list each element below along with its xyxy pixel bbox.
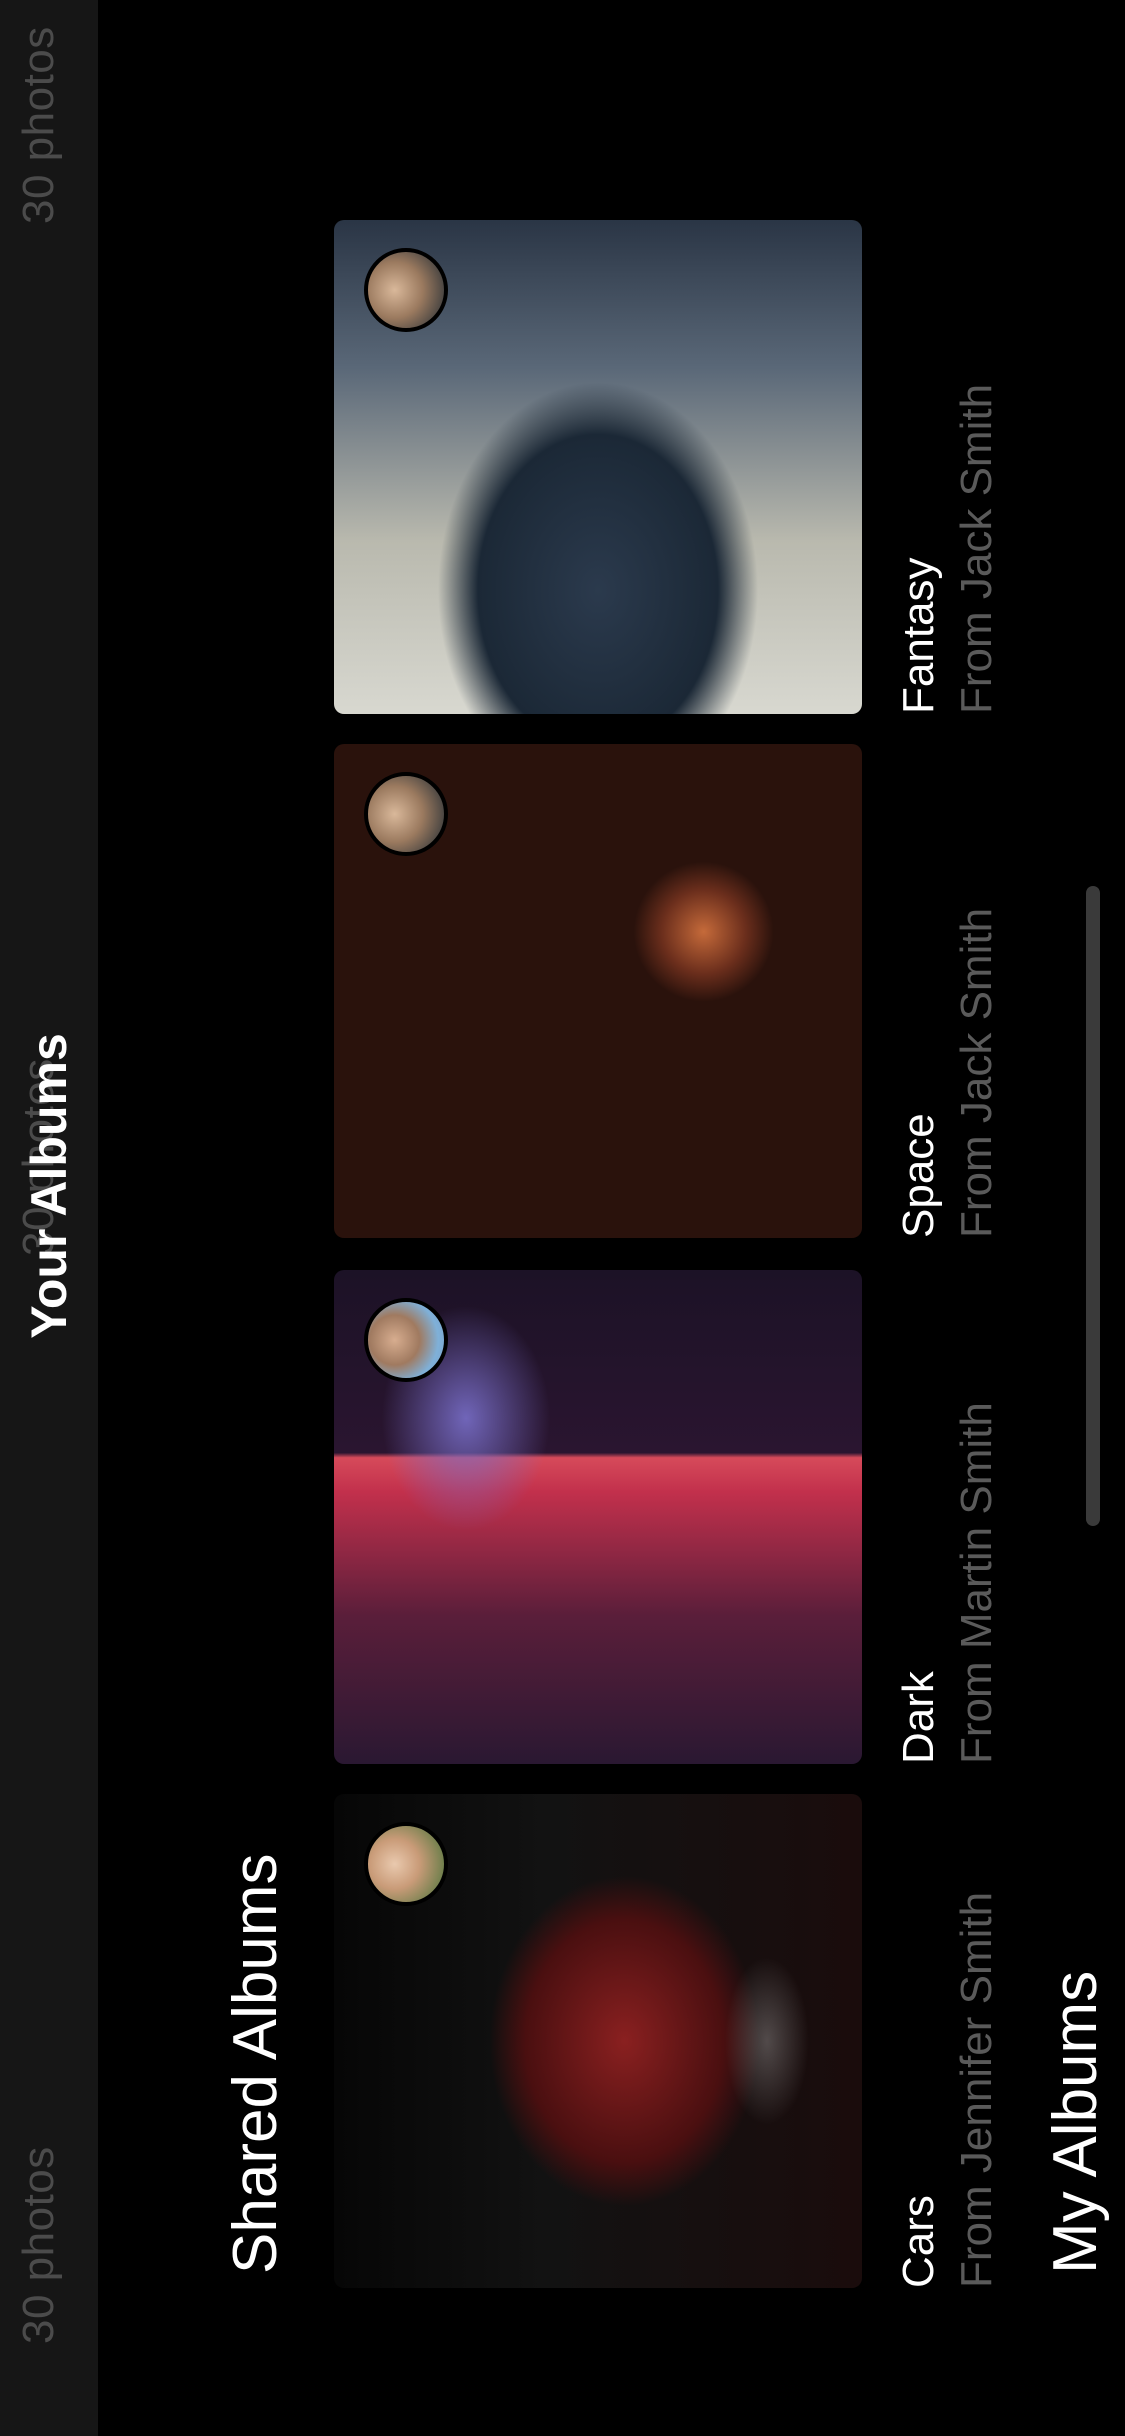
album-tile-dark[interactable]: Dark From Martin Smith	[334, 1270, 1001, 1764]
album-cover[interactable]	[334, 744, 862, 1238]
album-cover[interactable]	[334, 220, 862, 714]
album-owner: From Jack Smith	[952, 907, 1001, 1238]
album-cover[interactable]	[334, 1794, 862, 2288]
album-name: Dark	[894, 1671, 943, 1764]
album-name: Cars	[894, 2195, 943, 2288]
section-title-my: My Albums	[1041, 1970, 1110, 2274]
avatar	[364, 1822, 448, 1906]
album-owner: From Jennifer Smith	[952, 1891, 1001, 2288]
album-tile-space[interactable]: Space From Jack Smith	[334, 744, 1001, 1238]
avatar	[364, 1298, 448, 1382]
avatar	[364, 248, 448, 332]
avatar	[364, 772, 448, 856]
album-owner: From Jack Smith	[952, 383, 1001, 714]
album-cover[interactable]	[334, 1270, 862, 1764]
album-owner: From Martin Smith	[952, 1402, 1001, 1764]
album-tile-cars[interactable]: Cars From Jennifer Smith	[334, 1794, 1001, 2288]
page-title: Your Albums	[21, 1033, 77, 1339]
album-name: Space	[894, 1113, 943, 1238]
photo-count: 30 photos	[14, 26, 63, 224]
album-tile-fantasy[interactable]: Fantasy From Jack Smith	[334, 220, 1001, 714]
section-title-shared: Shared Albums	[221, 1853, 290, 2274]
photo-count: 30 photos	[14, 2146, 63, 2344]
album-name: Fantasy	[894, 557, 943, 714]
albums-screen: 30 photos 30 photos 30 photos Your Album…	[0, 0, 1125, 2436]
horizontal-scrollbar[interactable]	[1086, 886, 1100, 1526]
